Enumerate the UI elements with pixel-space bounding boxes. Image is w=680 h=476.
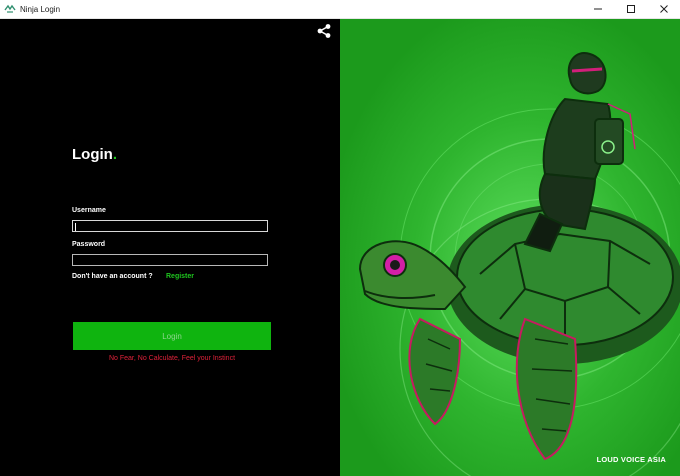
login-heading-dot: .: [112, 146, 117, 163]
hero-image-panel: LOUD VOICE ASIA: [340, 19, 680, 476]
username-label: Username: [72, 207, 106, 214]
text-caret: [75, 223, 76, 231]
maximize-button[interactable]: [614, 0, 647, 18]
tagline-text: No Fear, No Calculate, Feel your Instinc…: [108, 355, 236, 362]
login-button[interactable]: Login: [73, 322, 271, 350]
window-title: Ninja Login: [20, 4, 61, 14]
close-button[interactable]: [647, 0, 680, 18]
no-account-text: Don't have an account ?: [72, 273, 153, 280]
username-input[interactable]: [72, 220, 268, 232]
password-input[interactable]: [72, 254, 268, 266]
register-link[interactable]: Register: [166, 273, 194, 280]
login-panel: Login. Username Password Don't have an a…: [0, 19, 340, 476]
title-bar[interactable]: Ninja Login: [0, 0, 680, 19]
login-heading-text: Login: [72, 146, 113, 163]
login-heading: Login.: [72, 146, 117, 163]
password-label: Password: [72, 241, 106, 248]
minimize-button[interactable]: [581, 0, 614, 18]
brand-watermark: LOUD VOICE ASIA: [596, 455, 666, 464]
window-controls: [581, 0, 680, 18]
app-logo-icon: [4, 3, 16, 15]
app-window: Ninja Login Login. Username Password Don…: [0, 0, 680, 476]
share-icon[interactable]: [316, 23, 332, 39]
ninja-turtle-illustration: [340, 19, 680, 476]
